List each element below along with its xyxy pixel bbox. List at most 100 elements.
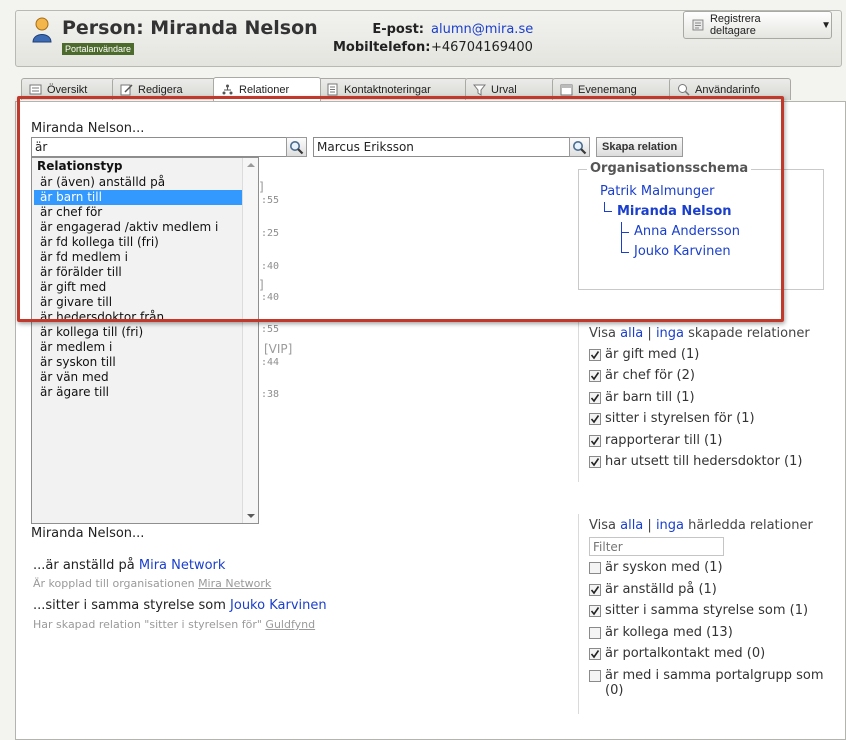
dropdown-option[interactable]: är fd medlem i bbox=[34, 250, 242, 265]
relation-filter-option[interactable]: är anställd på (1) bbox=[589, 582, 824, 597]
dropdown-option[interactable]: är givare till bbox=[34, 295, 242, 310]
show-all-created-link[interactable]: alla bbox=[620, 326, 643, 341]
filter-prefix: Visa bbox=[589, 326, 616, 341]
derived-note-link[interactable]: Mira Network bbox=[198, 577, 271, 590]
relation-filter-option[interactable]: är chef för (2) bbox=[589, 368, 819, 383]
relation-filter-option[interactable]: är med i samma portalgrupp som (0) bbox=[589, 668, 824, 698]
notes-icon bbox=[327, 83, 338, 96]
tab-relations[interactable]: Relationer bbox=[213, 77, 321, 101]
relation-filter-label: är barn till (1) bbox=[605, 389, 695, 405]
dropdown-option[interactable]: är chef för bbox=[34, 205, 242, 220]
show-none-derived-link[interactable]: inga bbox=[656, 518, 684, 533]
register-icon bbox=[692, 19, 704, 31]
email-label: E-post: bbox=[372, 22, 424, 37]
tab-edit[interactable]: Redigera bbox=[112, 78, 216, 100]
dropdown-option[interactable]: är ägare till bbox=[34, 385, 242, 400]
bg-fragment: :44 bbox=[261, 357, 280, 368]
scroll-up-icon[interactable] bbox=[247, 163, 255, 167]
checkbox-unchecked[interactable] bbox=[589, 670, 601, 682]
tab-selection[interactable]: Urval bbox=[465, 78, 555, 100]
derived-relation-target-link[interactable]: Mira Network bbox=[139, 558, 226, 573]
email-link[interactable]: alumn@mira.se bbox=[431, 21, 533, 39]
bg-fragment: [VIP] bbox=[264, 342, 293, 356]
relation-filter-label: är gift med (1) bbox=[605, 347, 700, 362]
derived-note-text: Har skapad relation "sitter i styrelsen … bbox=[33, 618, 262, 631]
relation-filter-option[interactable]: är kollega med (13) bbox=[589, 625, 824, 640]
checkbox-checked[interactable] bbox=[589, 434, 601, 447]
register-participant-button[interactable]: Registrera deltagare ▼ bbox=[683, 11, 832, 39]
relation-filter-option[interactable]: sitter i samma styrelse som (1) bbox=[589, 603, 824, 618]
dropdown-option[interactable]: är kollega till (fri) bbox=[34, 325, 242, 340]
checkbox-checked[interactable] bbox=[589, 605, 601, 618]
tab-events[interactable]: Evenemang bbox=[552, 78, 672, 100]
dropdown-option[interactable]: är medlem i bbox=[34, 340, 242, 355]
relation-filter-label: är syskon med (1) bbox=[605, 560, 723, 575]
target-person-input[interactable] bbox=[313, 137, 570, 157]
tab-events-label: Evenemang bbox=[578, 83, 637, 96]
tab-contact-notes[interactable]: Kontaktnoteringar bbox=[318, 78, 468, 100]
relation-type-input[interactable] bbox=[31, 137, 287, 157]
scroll-down-icon[interactable] bbox=[247, 514, 255, 518]
page-title: Person: Miranda Nelson bbox=[62, 17, 318, 39]
dropdown-scrollbar[interactable] bbox=[242, 158, 258, 523]
user-info-icon bbox=[678, 84, 690, 96]
relation-filter-label: har utsett till hedersdoktor (1) bbox=[605, 454, 803, 469]
checkbox-checked[interactable] bbox=[589, 391, 601, 404]
checkbox-checked[interactable] bbox=[589, 370, 601, 383]
relation-filter-option[interactable]: är barn till (1) bbox=[589, 390, 819, 405]
dropdown-option[interactable]: är gift med bbox=[34, 280, 242, 295]
tab-relations-label: Relationer bbox=[239, 83, 290, 96]
derived-note-link[interactable]: Guldfynd bbox=[265, 618, 315, 631]
tab-user-info[interactable]: Användarinfo bbox=[669, 78, 791, 100]
bg-fragment: :55 bbox=[261, 195, 280, 206]
tab-overview-label: Översikt bbox=[47, 83, 88, 96]
portal-user-badge: Portalanvändare bbox=[62, 43, 135, 55]
relation-filter-option[interactable]: rapporterar till (1) bbox=[589, 433, 819, 448]
checkbox-checked[interactable] bbox=[589, 456, 601, 468]
relation-filter-option[interactable]: har utsett till hedersdoktor (1) bbox=[589, 454, 819, 469]
check-icon bbox=[590, 372, 600, 381]
show-none-created-link[interactable]: inga bbox=[656, 326, 684, 341]
dropdown-option[interactable]: är förälder till bbox=[34, 265, 242, 280]
edit-icon bbox=[120, 84, 133, 96]
org-node-child[interactable]: Anna Andersson bbox=[634, 224, 740, 239]
dropdown-option[interactable]: är vän med bbox=[34, 370, 242, 385]
show-all-derived-link[interactable]: alla bbox=[620, 518, 643, 533]
tab-overview[interactable]: Översikt bbox=[21, 78, 115, 100]
checkbox-checked[interactable] bbox=[589, 648, 601, 661]
target-person-search-button[interactable] bbox=[569, 137, 590, 157]
dropdown-option[interactable]: är hedersdoktor från bbox=[34, 310, 242, 325]
tab-edit-label: Redigera bbox=[138, 83, 183, 96]
relation-type-search-button[interactable] bbox=[286, 137, 307, 157]
checkbox-checked[interactable] bbox=[589, 413, 601, 426]
checkbox-unchecked[interactable] bbox=[589, 562, 601, 574]
org-node-root[interactable]: Patrik Malmunger bbox=[600, 184, 714, 199]
checkbox-checked[interactable] bbox=[589, 583, 601, 596]
org-connector bbox=[621, 252, 629, 253]
bg-fragment: :40 bbox=[261, 292, 280, 303]
derived-filter-input[interactable] bbox=[589, 537, 724, 556]
tab-bar: Översikt Redigera Relationer Kontaktnote… bbox=[15, 77, 846, 101]
bg-fragment: ] bbox=[259, 180, 264, 194]
person-header: Person: Miranda Nelson Portalanvändare E… bbox=[15, 10, 842, 67]
dropdown-option[interactable]: är fd kollega till (fri) bbox=[34, 235, 242, 250]
filter-icon bbox=[473, 84, 486, 96]
create-relation-button[interactable]: Skapa relation bbox=[596, 137, 684, 157]
filter-separator: | bbox=[647, 518, 652, 533]
dropdown-option[interactable]: är engagerad /aktiv medlem i bbox=[34, 220, 242, 235]
check-icon bbox=[590, 650, 600, 659]
derived-relation-target-link[interactable]: Jouko Karvinen bbox=[230, 598, 327, 613]
relation-filter-option[interactable]: sitter i styrelsen för (1) bbox=[589, 411, 819, 426]
dropdown-option[interactable]: är barn till bbox=[34, 190, 242, 205]
checkbox-checked[interactable] bbox=[589, 349, 601, 361]
dropdown-option[interactable]: är syskon till bbox=[34, 355, 242, 370]
dropdown-option[interactable]: är (även) anställd på bbox=[34, 175, 242, 190]
relation-filter-option[interactable]: är syskon med (1) bbox=[589, 560, 824, 575]
bg-fragment: :38 bbox=[261, 389, 280, 400]
relation-type-dropdown[interactable]: Relationstyp är (även) anställd på är bar… bbox=[31, 157, 259, 524]
checkbox-unchecked[interactable] bbox=[589, 626, 601, 639]
relation-filter-option[interactable]: är gift med (1) bbox=[589, 347, 819, 362]
relation-filter-option[interactable]: är portalkontakt med (0) bbox=[589, 646, 824, 661]
org-node-current[interactable]: Miranda Nelson bbox=[617, 204, 732, 219]
org-node-child[interactable]: Jouko Karvinen bbox=[634, 244, 731, 259]
